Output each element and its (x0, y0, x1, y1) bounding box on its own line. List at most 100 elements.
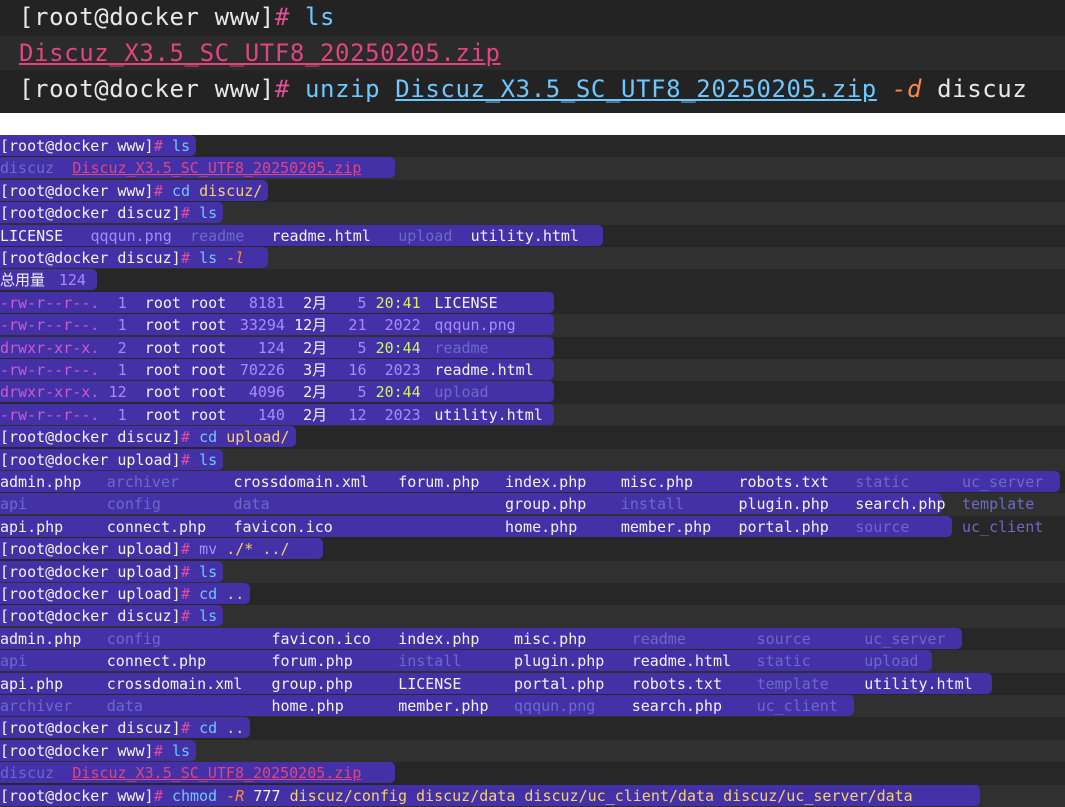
argument: discuz/ (199, 181, 263, 200)
terminal-line[interactable]: [root@docker www] # ls (0, 739, 1065, 763)
prompt-hash: # (274, 75, 290, 103)
terminal-line[interactable]: [root@docker discuz] # ls (0, 605, 1065, 628)
prompt: [root@docker upload] (0, 540, 181, 559)
option: -l (226, 249, 245, 267)
file-name: favicon.ico (271, 629, 371, 648)
link-count: 2 (108, 338, 127, 357)
file-name: misc.php (514, 629, 587, 648)
owner: root (144, 293, 181, 312)
prompt-hash: # (181, 450, 191, 469)
terminal-line[interactable]: [root@docker www] # chmod -R 777 discuz/confi… (0, 784, 1065, 807)
directory-name: data (233, 495, 270, 514)
file-size: 8181 (239, 293, 285, 312)
file-size: 140 (239, 405, 285, 424)
terminal-line[interactable]: -rw-r--r--. 1 root root 33294 12月 21 2022 qqqu… (0, 314, 1065, 337)
command: ls (199, 204, 218, 223)
owner: root (144, 338, 181, 357)
directory-name: readme (631, 629, 686, 648)
terminal-line[interactable]: Discuz_X3.5_SC_UTF8_20250205.zip (19, 36, 501, 70)
directory-name: api (0, 652, 28, 671)
file-name: forum.php (271, 652, 353, 671)
file-name: connect.php (106, 652, 207, 671)
directory-name: archiver (0, 697, 73, 715)
directory-name: readme (434, 338, 489, 357)
directory-name: data (106, 697, 143, 715)
file-name: utility.html (864, 674, 973, 693)
link-count: 1 (108, 293, 127, 312)
prompt-hash: # (153, 786, 163, 805)
zip-file: Discuz_X3.5_SC_UTF8_20250205.zip (72, 159, 362, 178)
terminal-line[interactable]: [root@docker upload] # ls (0, 560, 1065, 583)
file-size: 70226 (239, 361, 285, 379)
top-terminal-panel: [root@docker www]# ls Discuz_X3.5_SC_UTF… (0, 0, 1065, 113)
permissions: drwxr-xr-x. (0, 383, 100, 402)
terminal-line[interactable]: archiver data home.php member.php qqqun.png s… (0, 695, 1065, 718)
terminal-line[interactable]: api config data group.php install plugin.php s… (0, 493, 1065, 516)
divider (0, 113, 1065, 135)
command: ls (171, 137, 190, 155)
file-name: index.php (504, 473, 587, 491)
terminal-line[interactable]: [root@docker www]# ls (19, 0, 335, 34)
directory-name: upload (864, 652, 919, 671)
day: 5 (348, 383, 367, 402)
directory-name: upload (398, 226, 453, 245)
command: ls (199, 249, 218, 267)
owner: root (144, 316, 181, 335)
prompt-hash: # (153, 741, 163, 760)
prompt-hash: # (153, 137, 163, 155)
prompt: [root@docker discuz] (0, 428, 181, 447)
prompt: [root@docker www] (0, 741, 154, 760)
terminal-line[interactable]: -rw-r--r--. 1 root root 140 2月 12 2023 utili… (0, 403, 1065, 427)
command: mv (199, 540, 218, 559)
owner: root (144, 361, 181, 379)
directory-name: uc_client (756, 697, 838, 715)
file-name: search.php (855, 495, 946, 514)
terminal-line[interactable]: -rw-r--r--. 1 root root 70226 3月 16 2023 read… (0, 359, 1065, 382)
file-name: home.php (504, 517, 578, 536)
command: ls (171, 741, 190, 760)
directory-name: static (855, 473, 910, 491)
file-name: portal.php (514, 674, 605, 693)
time: 20:44 (375, 338, 421, 357)
day: 16 (348, 361, 367, 379)
file-name: readme.html (631, 652, 732, 671)
month: 2月 (294, 293, 328, 312)
terminal-line[interactable]: [root@docker upload] # ls (0, 448, 1065, 471)
command: cd (171, 181, 190, 200)
directory-name: uc_server (962, 473, 1044, 491)
prompt: [root@docker discuz] (0, 719, 181, 738)
link-count: 1 (108, 316, 127, 335)
directory-name: source (855, 517, 910, 536)
argument: discuz/config discuz/data discuz/uc_clie… (289, 786, 913, 805)
file-name: crossdomain.xml (106, 674, 243, 693)
prompt: [root@docker www] (0, 181, 154, 200)
link-count: 12 (108, 383, 127, 402)
command: unzip (304, 75, 381, 103)
permissions: -rw-r--r--. (0, 293, 100, 312)
month: 12月 (294, 316, 328, 335)
command: cd (199, 719, 218, 738)
file-name: member.php (398, 697, 489, 715)
group: root (190, 361, 227, 379)
file-name: misc.php (620, 473, 694, 491)
terminal-line[interactable]: [root@docker discuz] # ls -l (0, 247, 1065, 270)
terminal-line[interactable]: [root@docker www]# unzip Discuz_X3.5_SC_… (19, 72, 1027, 106)
total-label: 总用量 (0, 271, 46, 290)
prompt-hash: # (181, 204, 191, 223)
terminal-line[interactable]: api connect.php forum.php install plugin.php… (0, 650, 1065, 673)
directory-name: uc_client (962, 517, 1044, 536)
terminal-line[interactable]: [root@docker discuz] # ls (0, 202, 1065, 225)
zip-file: Discuz_X3.5_SC_UTF8_20250205.zip (19, 39, 501, 67)
link-count: 1 (108, 405, 127, 424)
terminal-line[interactable]: discuz Discuz_X3.5_SC_UTF8_20250205.zip (0, 157, 1065, 180)
zip-argument: Discuz_X3.5_SC_UTF8_20250205.zip (395, 75, 877, 103)
command: cd (199, 585, 218, 603)
file-name: group.php (271, 674, 353, 693)
prompt: [root@docker discuz] (0, 249, 181, 267)
zip-file: Discuz_X3.5_SC_UTF8_20250205.zip (72, 764, 362, 783)
prompt: [root@docker discuz] (0, 204, 181, 223)
file-name: forum.php (398, 473, 480, 491)
directory-name: static (756, 652, 811, 671)
file-name: portal.php (738, 517, 829, 536)
file-name: LICENSE (398, 674, 462, 693)
